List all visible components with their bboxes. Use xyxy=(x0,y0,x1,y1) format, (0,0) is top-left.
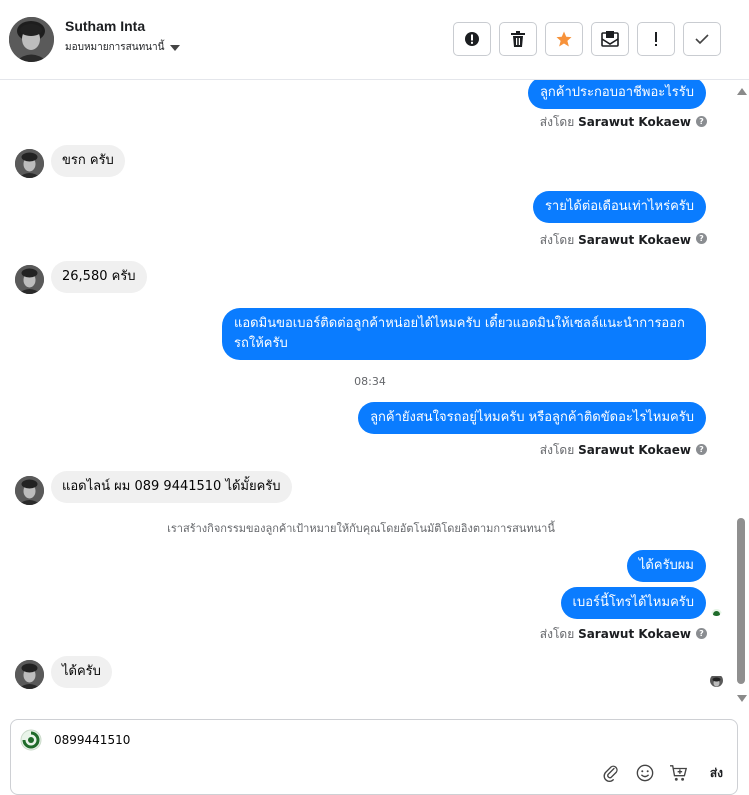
sender-attribution: ส่งโดย Sarawut Kokaew xyxy=(540,441,691,460)
message-thread: ลูกค้าประกอบอาชีพอะไรรับ ส่งโดย Sarawut … xyxy=(0,80,733,705)
contact-avatar-small xyxy=(15,476,44,505)
contact-name: Sutham Inta xyxy=(65,18,146,34)
emoji-button[interactable] xyxy=(634,762,656,784)
sender-name: Sarawut Kokaew xyxy=(578,627,691,641)
outgoing-message: ได้ครับผม xyxy=(626,550,706,582)
conversation-header: Sutham Inta มอบหมายการสนทนานี้ xyxy=(0,0,749,80)
paperclip-icon xyxy=(603,765,618,782)
message-scrollbar[interactable] xyxy=(734,84,749,706)
contact-avatar-small xyxy=(15,660,44,689)
scroll-down-arrow-icon[interactable] xyxy=(737,695,747,702)
timestamp: 08:34 xyxy=(354,375,386,388)
sender-name: Sarawut Kokaew xyxy=(578,443,691,457)
assign-label: มอบหมายการสนทนานี้ xyxy=(65,42,165,53)
scroll-up-arrow-icon[interactable] xyxy=(737,88,747,95)
add-to-cart-button[interactable] xyxy=(668,762,690,784)
help-icon[interactable]: ? xyxy=(696,444,707,455)
system-note: เราสร้างกิจกรรมของลูกค้าเป้าหมายให้กับคุ… xyxy=(167,522,555,535)
trash-icon xyxy=(511,31,525,47)
sender-name: Sarawut Kokaew xyxy=(578,115,691,129)
contact-avatar-small xyxy=(15,149,44,178)
mail-icon xyxy=(601,31,619,47)
conversation-toolbar xyxy=(453,22,721,56)
incoming-message: ได้ครับ xyxy=(51,656,112,688)
caret-down-icon xyxy=(170,44,181,51)
incoming-message: 26,580 ครับ xyxy=(51,261,147,293)
seen-indicator-icon xyxy=(711,605,722,616)
scroll-thumb[interactable] xyxy=(737,518,745,684)
delete-button[interactable] xyxy=(499,22,537,56)
star-icon xyxy=(556,31,572,47)
sender-prefix: ส่งโดย xyxy=(539,443,575,457)
contact-avatar-small xyxy=(15,265,44,294)
follow-up-button[interactable] xyxy=(637,22,675,56)
check-icon xyxy=(695,34,709,45)
assign-conversation-dropdown[interactable]: มอบหมายการสนทนานี้ xyxy=(65,40,181,55)
message-composer: ส่ง xyxy=(10,719,738,795)
incoming-message: แอดไลน์ ผม 089 9441510 ได้มั้ยครับ xyxy=(51,471,292,503)
composer-tools: ส่ง xyxy=(600,762,723,784)
mark-unread-button[interactable] xyxy=(591,22,629,56)
help-icon[interactable]: ? xyxy=(696,116,707,127)
cart-icon xyxy=(669,765,687,781)
outgoing-message: ลูกค้าประกอบอาชีพอะไรรับ xyxy=(527,80,706,109)
star-button[interactable] xyxy=(545,22,583,56)
incoming-message: ขรก ครับ xyxy=(51,145,125,177)
mark-spam-button[interactable] xyxy=(453,22,491,56)
outgoing-message: แอดมินขอเบอร์ติดต่อลูกค้าหน่อยได้ไหมครับ… xyxy=(222,308,706,360)
exclamation-icon xyxy=(655,32,657,46)
help-icon[interactable]: ? xyxy=(696,628,707,639)
sender-prefix: ส่งโดย xyxy=(539,233,575,247)
help-icon[interactable]: ? xyxy=(696,233,707,244)
page-logo xyxy=(19,728,43,752)
message-input[interactable] xyxy=(54,733,654,747)
sender-prefix: ส่งโดย xyxy=(539,115,575,129)
sender-attribution: ส่งโดย Sarawut Kokaew xyxy=(540,625,691,644)
attach-button[interactable] xyxy=(600,762,622,784)
contact-seen-avatar xyxy=(710,674,723,687)
sender-attribution: ส่งโดย Sarawut Kokaew xyxy=(540,231,691,250)
outgoing-message: ลูกค้ายังสนใจรถอยู่ไหมครับ หรือลูกค้าติด… xyxy=(358,402,706,434)
sender-name: Sarawut Kokaew xyxy=(578,233,691,247)
sender-prefix: ส่งโดย xyxy=(539,627,575,641)
contact-avatar[interactable] xyxy=(9,17,54,62)
outgoing-message: รายได้ต่อเดือนเท่าไหร่ครับ xyxy=(532,191,706,223)
sender-attribution: ส่งโดย Sarawut Kokaew xyxy=(540,113,691,132)
emoji-icon xyxy=(636,764,654,782)
alert-circle-icon xyxy=(465,32,479,46)
outgoing-message: เบอร์นี้โทรได้ไหมครับ xyxy=(560,587,706,619)
mark-done-button[interactable] xyxy=(683,22,721,56)
send-button[interactable]: ส่ง xyxy=(710,764,723,783)
